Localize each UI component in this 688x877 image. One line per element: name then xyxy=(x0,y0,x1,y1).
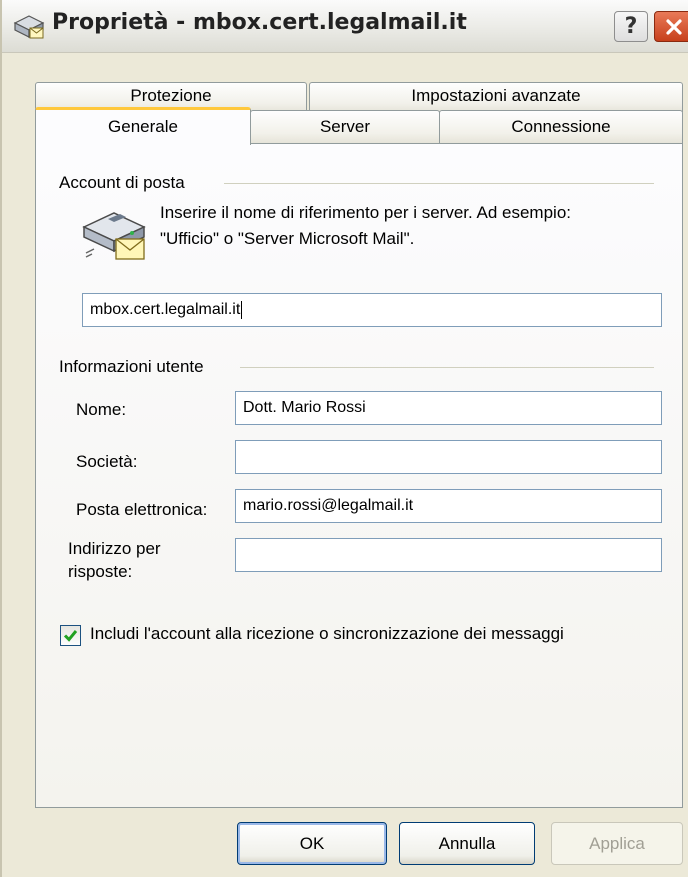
account-description-line2: "Ufficio" o "Server Microsoft Mail". xyxy=(160,229,415,248)
account-section-divider xyxy=(224,183,654,184)
properties-dialog: Proprietà - mbox.cert.legalmail.it ? Pro… xyxy=(0,0,688,877)
title-bar[interactable]: Proprietà - mbox.cert.legalmail.it ? xyxy=(2,0,688,53)
close-button[interactable] xyxy=(654,11,688,42)
tab-server[interactable]: Server xyxy=(250,110,440,143)
email-field[interactable]: mario.rossi@legalmail.it xyxy=(235,489,662,523)
reply-label-line1: Indirizzo per xyxy=(68,539,161,558)
checkmark-icon xyxy=(63,630,78,642)
name-label: Nome: xyxy=(76,400,127,419)
tab-connessione[interactable]: Connessione xyxy=(439,110,683,143)
name-field[interactable]: Dott. Mario Rossi xyxy=(235,391,662,425)
account-section-label: Account di posta xyxy=(59,173,185,192)
mail-account-icon xyxy=(82,212,146,260)
cancel-button[interactable]: Annulla xyxy=(399,822,535,865)
reply-address-field[interactable] xyxy=(235,538,662,572)
include-account-label[interactable]: Includi l'account alla ricezione o sincr… xyxy=(90,624,564,644)
user-section-label: Informazioni utente xyxy=(59,357,204,376)
close-icon xyxy=(666,18,682,35)
reply-label-line2: risposte: xyxy=(68,562,133,581)
company-label: Società: xyxy=(76,452,138,471)
window-title: Proprietà - mbox.cert.legalmail.it xyxy=(52,10,467,35)
account-description-line1: Inserire il nome di riferimento per i se… xyxy=(160,203,572,222)
help-button[interactable]: ? xyxy=(614,11,648,42)
tab-generale[interactable]: Generale xyxy=(35,107,251,145)
account-name-value: mbox.cert.legalmail.it xyxy=(90,301,241,318)
company-field[interactable] xyxy=(235,440,662,474)
tab-impostazioni-avanzate[interactable]: Impostazioni avanzate xyxy=(309,82,683,112)
mail-account-icon xyxy=(13,15,45,39)
text-caret xyxy=(241,300,243,319)
email-label: Posta elettronica: xyxy=(76,500,208,519)
user-section-divider xyxy=(240,367,654,368)
apply-button[interactable]: Applica xyxy=(551,822,683,865)
account-name-field[interactable]: mbox.cert.legalmail.it xyxy=(82,293,662,327)
ok-button[interactable]: OK xyxy=(237,822,387,865)
include-account-checkbox[interactable] xyxy=(60,625,81,646)
